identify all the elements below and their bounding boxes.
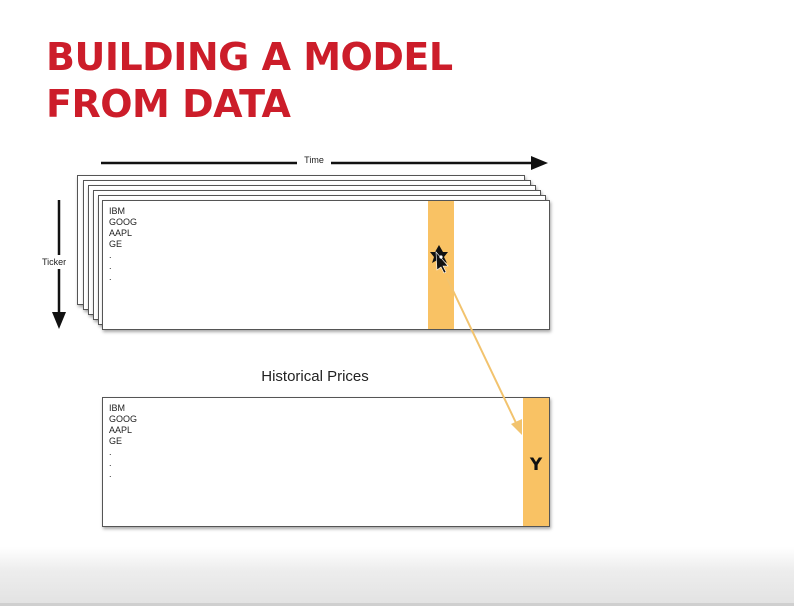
connector-arrow bbox=[446, 277, 522, 435]
move-cursor-icon bbox=[430, 245, 449, 274]
connector-layer bbox=[430, 245, 522, 435]
footer-band bbox=[0, 547, 794, 606]
